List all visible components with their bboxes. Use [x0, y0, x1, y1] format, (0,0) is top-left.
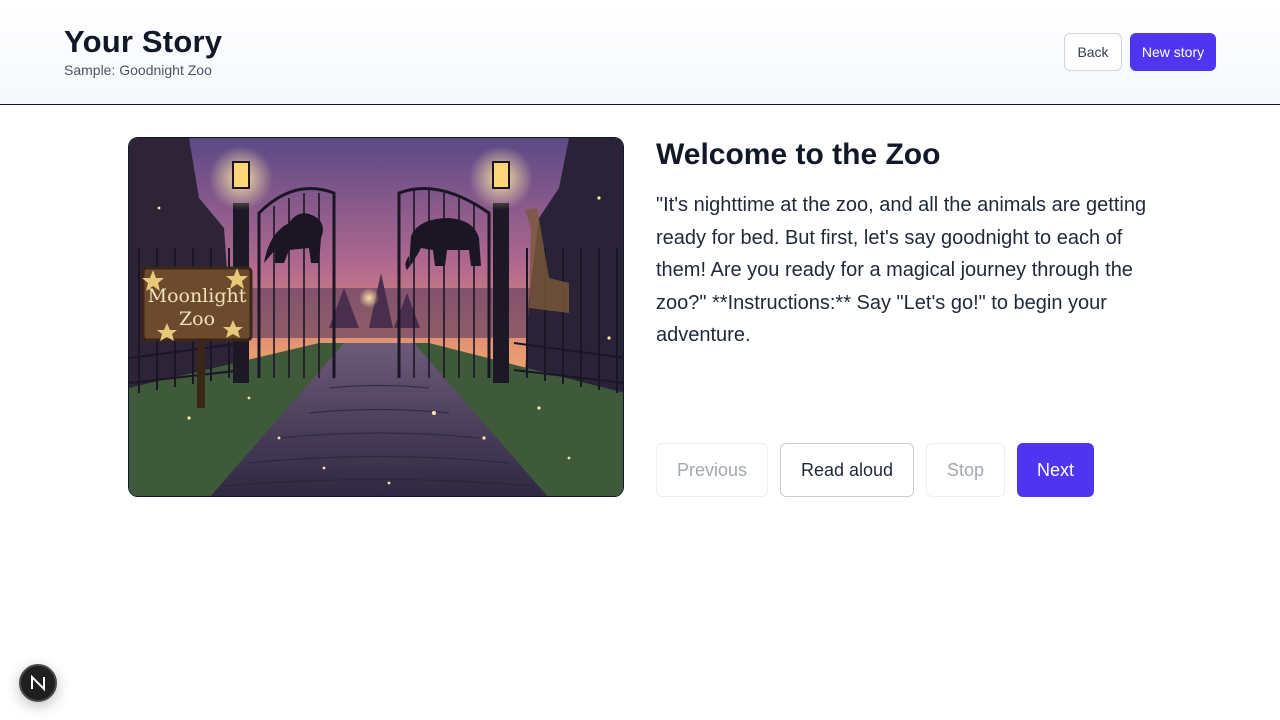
dev-tools-badge[interactable] — [19, 664, 57, 702]
story-text: "It's nighttime at the zoo, and all the … — [656, 194, 1147, 346]
next-button[interactable]: Next — [1017, 443, 1094, 497]
stop-button[interactable]: Stop — [926, 443, 1005, 497]
page-heading: Welcome to the Zoo — [656, 138, 941, 171]
app-header: Your Story Sample: Goodnight Zoo Back Ne… — [0, 0, 1280, 105]
back-button[interactable]: Back — [1064, 33, 1122, 71]
sign-line-2: Zoo — [179, 308, 215, 330]
story-illustration: Moonlight Zoo — [128, 137, 624, 497]
story-subtitle: Sample: Goodnight Zoo — [64, 62, 212, 78]
n-logo-icon — [31, 674, 45, 692]
page-title: Your Story — [64, 24, 223, 59]
sign-line-1: Moonlight — [148, 285, 247, 307]
new-story-button[interactable]: New story — [1130, 33, 1216, 71]
previous-button[interactable]: Previous — [656, 443, 768, 497]
read-aloud-button[interactable]: Read aloud — [780, 443, 914, 497]
zoo-gate-scene: Moonlight Zoo — [129, 138, 623, 496]
